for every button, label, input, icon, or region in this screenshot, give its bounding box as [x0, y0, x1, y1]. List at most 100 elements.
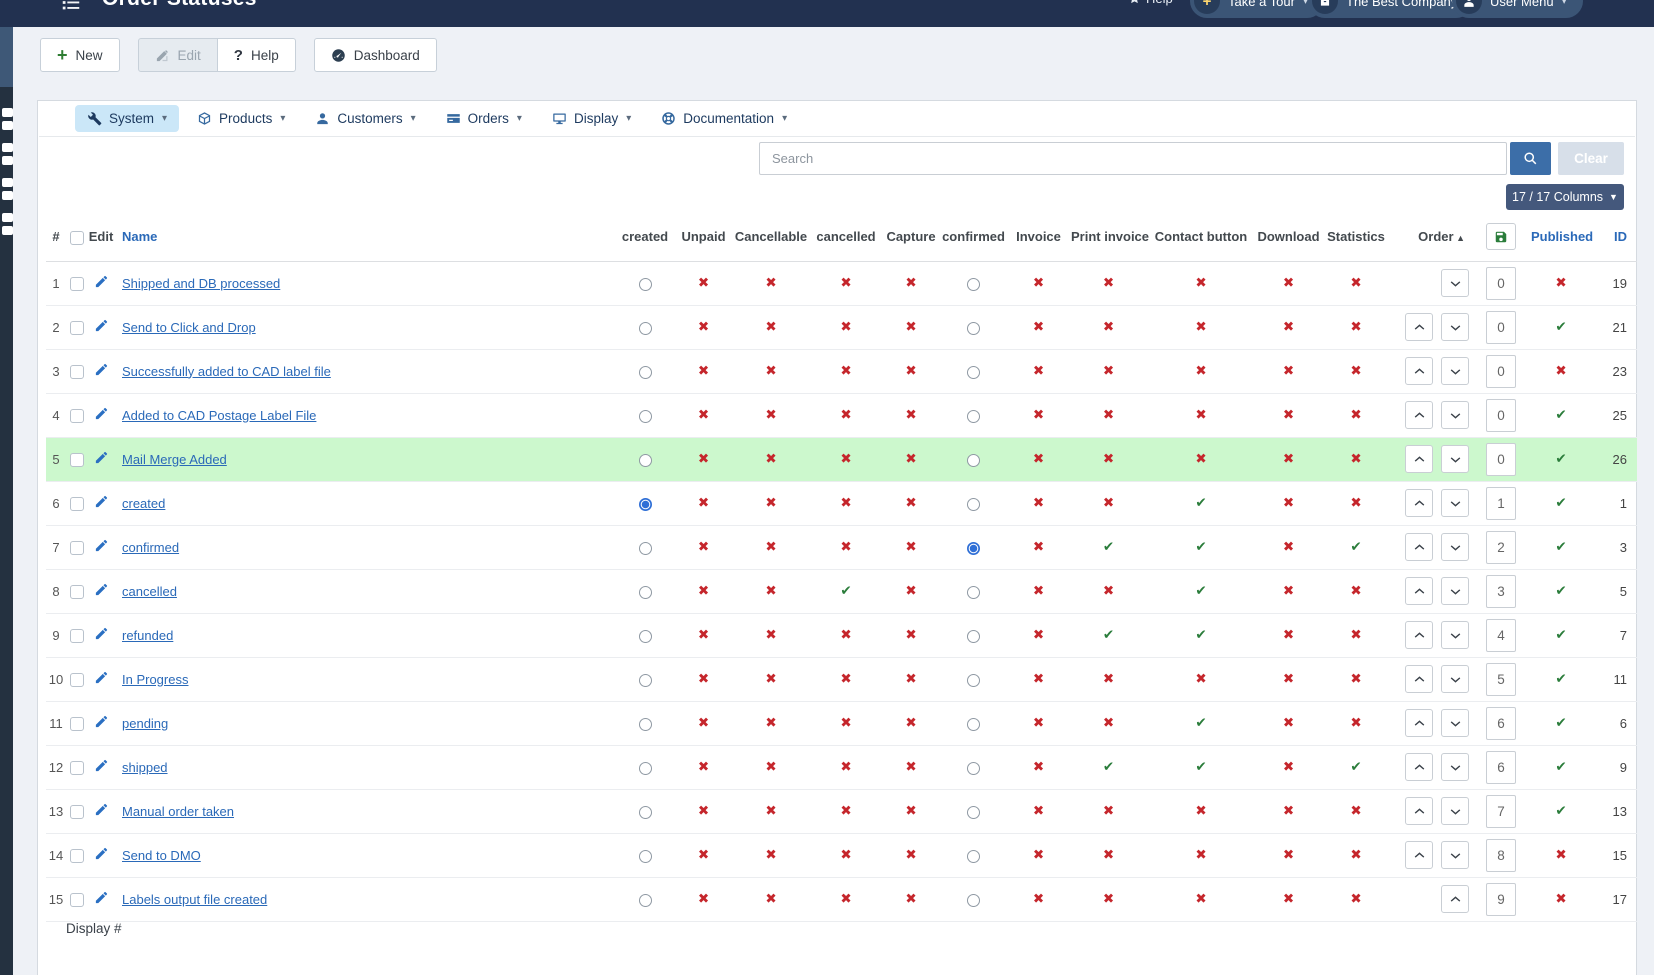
status-name-link[interactable]: cancelled	[122, 584, 177, 599]
confirmed-radio[interactable]	[967, 718, 980, 731]
order-value-input[interactable]	[1486, 575, 1516, 608]
unpaid-no-icon[interactable]: ✖	[698, 583, 709, 599]
unpaid-no-icon[interactable]: ✖	[698, 407, 709, 423]
statistics-yes-icon[interactable]: ✔	[1350, 539, 1361, 555]
order-down-button[interactable]	[1441, 313, 1469, 341]
status-name-link[interactable]: Send to Click and Drop	[122, 320, 256, 335]
status-name-link[interactable]: Labels output file created	[122, 892, 267, 907]
edit-pencil-icon[interactable]	[94, 318, 109, 336]
confirmed-radio[interactable]	[967, 806, 980, 819]
created-radio[interactable]	[639, 674, 652, 687]
cancelled-no-icon[interactable]: ✖	[840, 275, 851, 291]
capture-no-icon[interactable]: ✖	[905, 671, 916, 687]
cancellable-no-icon[interactable]: ✖	[765, 759, 776, 775]
status-name-link[interactable]: In Progress	[122, 672, 188, 687]
status-name-link[interactable]: refunded	[122, 628, 173, 643]
cancellable-no-icon[interactable]: ✖	[765, 847, 776, 863]
statistics-no-icon[interactable]: ✖	[1350, 847, 1361, 863]
cancelled-no-icon[interactable]: ✖	[840, 627, 851, 643]
help-button[interactable]: ? Help	[217, 38, 296, 72]
status-name-link[interactable]: Successfully added to CAD label file	[122, 364, 331, 379]
download-no-icon[interactable]: ✖	[1283, 847, 1294, 863]
contact-button-no-icon[interactable]: ✖	[1195, 671, 1206, 687]
invoice-no-icon[interactable]: ✖	[1033, 627, 1044, 643]
download-no-icon[interactable]: ✖	[1283, 803, 1294, 819]
contact-button-yes-icon[interactable]: ✔	[1195, 715, 1206, 731]
cancellable-no-icon[interactable]: ✖	[765, 803, 776, 819]
cancellable-no-icon[interactable]: ✖	[765, 319, 776, 335]
contact-button-yes-icon[interactable]: ✔	[1195, 495, 1206, 511]
order-down-button[interactable]	[1441, 753, 1469, 781]
edit-pencil-icon[interactable]	[94, 494, 109, 512]
published-yes-icon[interactable]: ✔	[1555, 495, 1566, 511]
order-down-button[interactable]	[1441, 577, 1469, 605]
capture-no-icon[interactable]: ✖	[905, 407, 916, 423]
created-radio[interactable]	[639, 894, 652, 907]
confirmed-radio[interactable]	[967, 366, 980, 379]
download-no-icon[interactable]: ✖	[1283, 891, 1294, 907]
cancellable-no-icon[interactable]: ✖	[765, 495, 776, 511]
cancellable-no-icon[interactable]: ✖	[765, 583, 776, 599]
invoice-no-icon[interactable]: ✖	[1033, 451, 1044, 467]
user-menu-button[interactable]: User Menu ▾	[1452, 0, 1583, 18]
unpaid-no-icon[interactable]: ✖	[698, 759, 709, 775]
confirmed-radio[interactable]	[967, 278, 980, 291]
topbar-help-link[interactable]: Help	[1128, 0, 1173, 6]
columns-dropdown-button[interactable]: 17 / 17 Columns ▼	[1506, 184, 1624, 210]
capture-no-icon[interactable]: ✖	[905, 275, 916, 291]
print-invoice-no-icon[interactable]: ✖	[1103, 495, 1114, 511]
statistics-no-icon[interactable]: ✖	[1350, 583, 1361, 599]
row-checkbox[interactable]	[70, 497, 84, 511]
published-yes-icon[interactable]: ✔	[1555, 759, 1566, 775]
print-invoice-no-icon[interactable]: ✖	[1103, 363, 1114, 379]
download-no-icon[interactable]: ✖	[1283, 671, 1294, 687]
edit-pencil-icon[interactable]	[94, 846, 109, 864]
created-radio[interactable]	[639, 806, 652, 819]
statistics-no-icon[interactable]: ✖	[1350, 671, 1361, 687]
edit-pencil-icon[interactable]	[94, 890, 109, 908]
invoice-no-icon[interactable]: ✖	[1033, 671, 1044, 687]
take-a-tour-button[interactable]: + Take a Tour ▾	[1190, 0, 1324, 18]
row-checkbox[interactable]	[70, 365, 84, 379]
confirmed-radio[interactable]	[967, 630, 980, 643]
order-value-input[interactable]	[1486, 487, 1516, 520]
menu-item-system[interactable]: System▾	[75, 105, 179, 132]
statistics-no-icon[interactable]: ✖	[1350, 627, 1361, 643]
confirmed-radio-selected[interactable]	[967, 542, 980, 555]
confirmed-radio[interactable]	[967, 586, 980, 599]
created-radio[interactable]	[639, 586, 652, 599]
capture-no-icon[interactable]: ✖	[905, 891, 916, 907]
order-up-button[interactable]	[1405, 489, 1433, 517]
cancelled-no-icon[interactable]: ✖	[840, 363, 851, 379]
created-radio[interactable]	[639, 366, 652, 379]
statistics-no-icon[interactable]: ✖	[1350, 495, 1361, 511]
created-radio[interactable]	[639, 410, 652, 423]
statistics-no-icon[interactable]: ✖	[1350, 715, 1361, 731]
row-checkbox[interactable]	[70, 849, 84, 863]
download-no-icon[interactable]: ✖	[1283, 539, 1294, 555]
status-name-link[interactable]: Added to CAD Postage Label File	[122, 408, 316, 423]
sidebar-icon-fragment[interactable]	[2, 178, 13, 204]
cancelled-no-icon[interactable]: ✖	[840, 539, 851, 555]
published-no-icon[interactable]: ✖	[1555, 275, 1566, 291]
order-down-button[interactable]	[1441, 445, 1469, 473]
order-down-button[interactable]	[1441, 797, 1469, 825]
unpaid-no-icon[interactable]: ✖	[698, 715, 709, 731]
menu-item-products[interactable]: Products▾	[185, 105, 297, 132]
confirmed-radio[interactable]	[967, 322, 980, 335]
cancelled-no-icon[interactable]: ✖	[840, 451, 851, 467]
order-value-input[interactable]	[1486, 311, 1516, 344]
cancelled-no-icon[interactable]: ✖	[840, 759, 851, 775]
order-down-button[interactable]	[1441, 533, 1469, 561]
cancelled-no-icon[interactable]: ✖	[840, 891, 851, 907]
print-invoice-no-icon[interactable]: ✖	[1103, 275, 1114, 291]
cancelled-no-icon[interactable]: ✖	[840, 847, 851, 863]
contact-button-no-icon[interactable]: ✖	[1195, 363, 1206, 379]
print-invoice-no-icon[interactable]: ✖	[1103, 583, 1114, 599]
invoice-no-icon[interactable]: ✖	[1033, 715, 1044, 731]
invoice-no-icon[interactable]: ✖	[1033, 539, 1044, 555]
cancelled-no-icon[interactable]: ✖	[840, 803, 851, 819]
cancellable-no-icon[interactable]: ✖	[765, 671, 776, 687]
status-name-link[interactable]: created	[122, 496, 165, 511]
statistics-no-icon[interactable]: ✖	[1350, 407, 1361, 423]
